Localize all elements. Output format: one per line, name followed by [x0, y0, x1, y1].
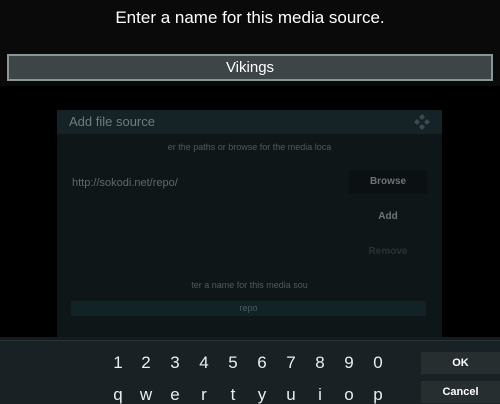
key-o[interactable]: o — [337, 384, 361, 404]
ok-button[interactable]: OK — [421, 352, 500, 374]
source-name-field: repo — [71, 301, 426, 316]
key-8[interactable]: 8 — [308, 352, 332, 374]
key-i[interactable]: i — [308, 384, 332, 404]
key-4[interactable]: 4 — [192, 352, 216, 374]
source-name-label: ter a name for this media sou — [191, 280, 308, 290]
remove-button: Remove — [368, 246, 408, 257]
dialog-title: Add file source — [69, 114, 155, 129]
add-button: Add — [378, 211, 398, 222]
key-u[interactable]: u — [279, 384, 303, 404]
keyboard-panel-edge — [0, 340, 500, 341]
key-e[interactable]: e — [163, 384, 187, 404]
browse-button: Browse — [349, 170, 427, 194]
key-r[interactable]: r — [192, 384, 216, 404]
media-source-name-input[interactable]: Vikings — [7, 54, 493, 81]
key-y[interactable]: y — [250, 384, 274, 404]
key-3[interactable]: 3 — [163, 352, 187, 374]
dialog-instructions: er the paths or browse for the media loc… — [167, 142, 332, 152]
cancel-button[interactable]: Cancel — [421, 381, 500, 403]
key-9[interactable]: 9 — [337, 352, 361, 374]
key-6[interactable]: 6 — [250, 352, 274, 374]
key-1[interactable]: 1 — [106, 352, 130, 374]
keyboard-header: Enter a name for this media source. Viki… — [0, 0, 500, 86]
key-w[interactable]: w — [134, 384, 158, 404]
key-t[interactable]: t — [221, 384, 245, 404]
keyboard-heading: Enter a name for this media source. — [115, 8, 385, 27]
input-value: Vikings — [225, 59, 275, 76]
key-7[interactable]: 7 — [279, 352, 303, 374]
key-q[interactable]: q — [106, 384, 130, 404]
add-file-source-dialog: Add file source er the paths or browse f… — [57, 110, 442, 350]
key-5[interactable]: 5 — [221, 352, 245, 374]
key-p[interactable]: p — [366, 384, 390, 404]
source-path: http://sokodi.net/repo/ — [72, 177, 178, 189]
key-0[interactable]: 0 — [366, 352, 390, 374]
dialog-titlebar: Add file source — [57, 110, 442, 134]
kodi-logo-icon — [414, 114, 430, 130]
key-2[interactable]: 2 — [134, 352, 158, 374]
